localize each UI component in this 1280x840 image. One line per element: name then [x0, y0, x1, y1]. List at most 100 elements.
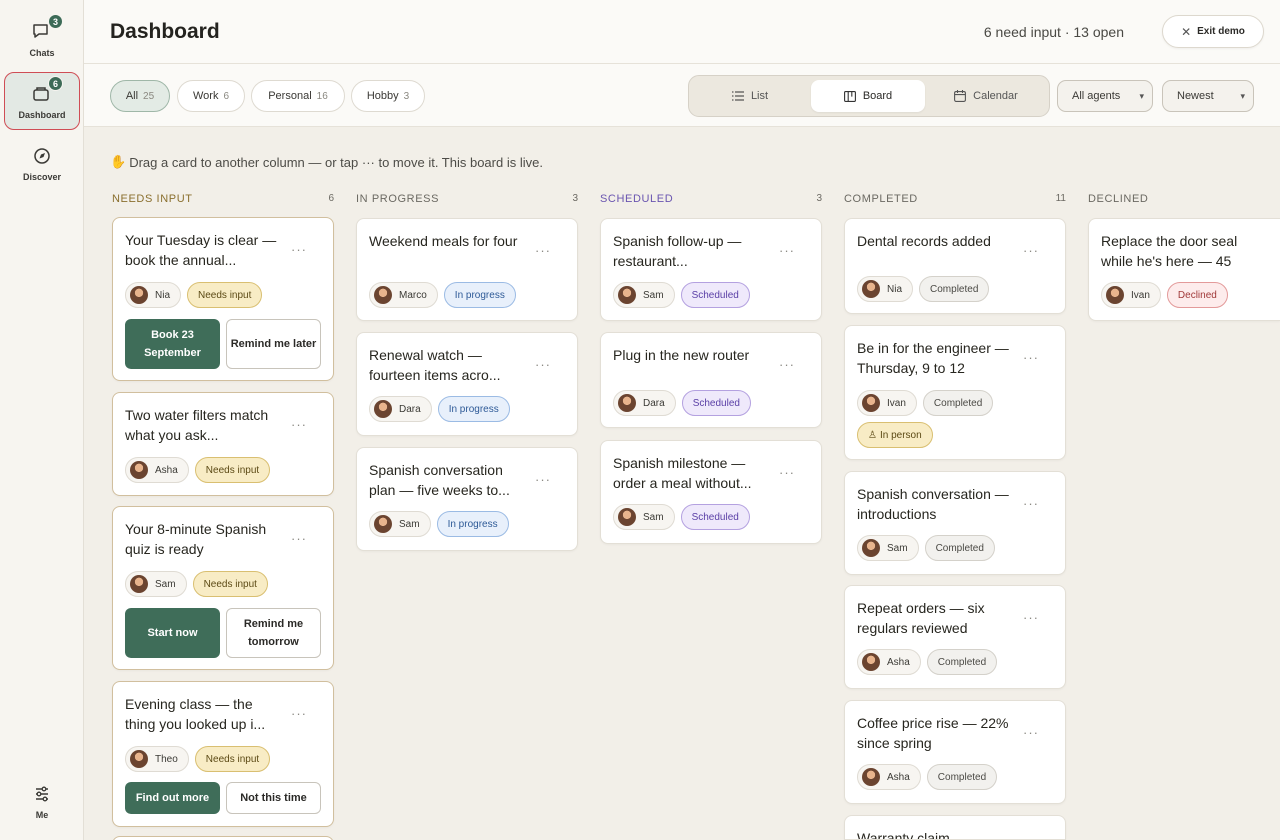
- filter-label: Work: [192, 90, 219, 102]
- filter-count: 6: [223, 90, 230, 102]
- more-icon[interactable]: ···: [291, 706, 307, 721]
- card-title: Your 8-minute Spanish quiz is ready: [125, 521, 267, 557]
- status-badge: Scheduled: [681, 390, 751, 416]
- task-card[interactable]: Evening class — the thing you looked up …: [112, 681, 334, 827]
- filter-work[interactable]: Work 6: [177, 80, 245, 112]
- status-badge: Completed: [926, 764, 998, 790]
- nav-item-discover[interactable]: Discover: [4, 134, 80, 192]
- sort-select[interactable]: Newest ▾: [1162, 80, 1254, 112]
- chats-badge: 3: [48, 14, 63, 29]
- book-appointment-button[interactable]: Book 23 September: [125, 319, 220, 369]
- find-out-more-button[interactable]: Find out more: [125, 782, 220, 814]
- agents-select[interactable]: All agents ▾: [1057, 80, 1153, 112]
- sidebar: 3 Chats 6 Dashboard Discover Me: [0, 0, 84, 840]
- agent-name: Asha: [887, 656, 910, 668]
- task-card[interactable]: Be in for the engineer — Thursday, 9 to …: [844, 325, 1066, 460]
- filter-hobby[interactable]: Hobby 3: [351, 80, 425, 112]
- start-now-button[interactable]: Start now: [125, 608, 220, 658]
- agent-name: Nia: [887, 283, 903, 295]
- task-card[interactable]: Repeat orders — six regulars reviewed ··…: [844, 585, 1066, 689]
- task-card[interactable]: Spanish follow-up — restaurant... ··· Sa…: [600, 218, 822, 321]
- status-badge: Needs input: [194, 457, 271, 483]
- remind-later-button[interactable]: Remind me later: [226, 319, 321, 369]
- task-card[interactable]: Replace the door seal while he's here — …: [1088, 218, 1280, 321]
- more-icon[interactable]: ···: [779, 357, 795, 372]
- more-icon[interactable]: ···: [291, 531, 307, 546]
- view-list[interactable]: List: [693, 80, 807, 112]
- agent-chip: Sam: [369, 511, 431, 537]
- agent-name: Sam: [155, 578, 176, 590]
- avatar: [130, 750, 148, 768]
- more-icon[interactable]: ···: [1023, 350, 1039, 365]
- agent-chip: Sam: [125, 571, 187, 597]
- column-title: DECLINED: [1088, 193, 1149, 205]
- task-card[interactable]: [112, 836, 334, 840]
- task-card[interactable]: Spanish conversation — introductions ···…: [844, 471, 1066, 575]
- exit-demo-button[interactable]: ✕ Exit demo: [1162, 15, 1264, 48]
- more-icon[interactable]: ···: [779, 465, 795, 480]
- status-badge: In progress: [443, 282, 516, 308]
- agent-chip: Dara: [369, 396, 432, 422]
- agent-name: Sam: [887, 542, 908, 554]
- more-icon[interactable]: ···: [779, 243, 795, 258]
- task-card[interactable]: Coffee price rise — 22% since spring ···…: [844, 700, 1066, 804]
- board-hint: ✋ Drag a card to another column — or tap…: [110, 154, 543, 170]
- chevron-down-icon: ▾: [1240, 90, 1245, 101]
- view-calendar[interactable]: Calendar: [929, 80, 1043, 112]
- task-card[interactable]: Spanish milestone — order a meal without…: [600, 440, 822, 544]
- page-title: Dashboard: [110, 20, 220, 43]
- calendar-icon: [954, 90, 967, 102]
- more-icon[interactable]: ···: [291, 242, 307, 257]
- filter-personal[interactable]: Personal 16: [251, 80, 345, 112]
- agent-name: Ivan: [887, 397, 906, 409]
- agent-chip: Asha: [125, 457, 189, 483]
- in-person-label: In person: [879, 429, 922, 441]
- in-person-badge: ♙ In person: [857, 422, 933, 448]
- nav-label-discover: Discover: [22, 172, 62, 182]
- task-card[interactable]: Weekend meals for four ··· Marco In prog…: [356, 218, 578, 321]
- nav-item-me[interactable]: Me: [4, 772, 80, 830]
- filter-all[interactable]: All 25: [110, 80, 170, 112]
- avatar: [130, 286, 148, 304]
- task-card[interactable]: Warranty claim —: [844, 815, 1066, 840]
- close-icon: ✕: [1181, 24, 1192, 39]
- card-title: Repeat orders — six regulars reviewed: [857, 600, 985, 636]
- more-icon[interactable]: ···: [1023, 243, 1039, 258]
- task-card[interactable]: Dental records added ··· Nia Completed: [844, 218, 1066, 314]
- agent-chip: Ivan: [1101, 282, 1161, 308]
- more-icon[interactable]: ···: [535, 472, 551, 487]
- column-title: SCHEDULED: [600, 193, 674, 205]
- view-board[interactable]: Board: [811, 80, 925, 112]
- task-card[interactable]: Your 8-minute Spanish quiz is ready ··· …: [112, 506, 334, 670]
- task-card[interactable]: Renewal watch — fourteen items acro... ·…: [356, 332, 578, 436]
- status-badge: In progress: [436, 511, 509, 537]
- more-icon[interactable]: ···: [535, 357, 551, 372]
- nav-label-me: Me: [35, 810, 49, 820]
- more-icon[interactable]: ···: [535, 243, 551, 258]
- task-card[interactable]: Two water filters match what you ask... …: [112, 392, 334, 496]
- more-icon[interactable]: ···: [291, 417, 307, 432]
- task-card[interactable]: Plug in the new router ··· Dara Schedule…: [600, 332, 822, 428]
- sliders-icon: [29, 782, 55, 806]
- hand-icon: ✋: [110, 154, 127, 169]
- filter-label: Hobby: [366, 90, 399, 102]
- nav-item-dashboard[interactable]: 6 Dashboard: [4, 72, 80, 130]
- person-icon: ♙: [868, 429, 877, 441]
- not-this-time-button[interactable]: Not this time: [226, 782, 321, 814]
- nav-item-chats[interactable]: 3 Chats: [4, 10, 80, 68]
- board-hint-text: Drag a card to another column — or tap ·…: [129, 154, 543, 170]
- remind-tomorrow-button[interactable]: Remind me tomorrow: [226, 608, 321, 658]
- more-icon[interactable]: ···: [1023, 496, 1039, 511]
- more-icon[interactable]: ···: [1023, 610, 1039, 625]
- filter-label: All: [125, 90, 139, 102]
- card-title: Replace the door seal while he's here — …: [1101, 233, 1238, 269]
- agents-select-value: All agents: [1072, 90, 1121, 102]
- filter-label: Personal: [268, 90, 312, 102]
- more-icon[interactable]: ···: [1023, 725, 1039, 740]
- column-header-in-progress: IN PROGRESS 3: [356, 193, 578, 207]
- status-badge: Completed: [924, 535, 995, 561]
- status-badge: Needs input: [194, 746, 271, 772]
- task-card[interactable]: Your Tuesday is clear — book the annual.…: [112, 217, 334, 381]
- task-card[interactable]: Spanish conversation plan — five weeks t…: [356, 447, 578, 551]
- dashboard-badge: 6: [48, 76, 63, 91]
